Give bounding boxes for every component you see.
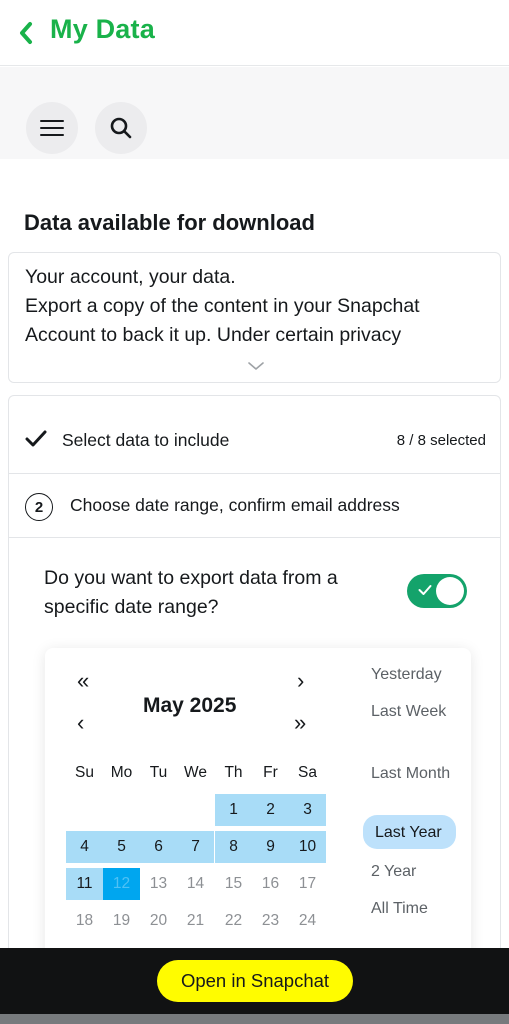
- day-cell[interactable]: 23: [252, 905, 289, 937]
- chevron-left-icon[interactable]: [16, 20, 36, 46]
- page-title[interactable]: My Data: [50, 14, 155, 45]
- preset-all-time[interactable]: All Time: [371, 897, 428, 920]
- date-range-question: Do you want to export data from a specif…: [44, 567, 338, 618]
- preset-yesterday[interactable]: Yesterday: [371, 663, 442, 686]
- weekday-label: Th: [224, 764, 243, 781]
- day-cell[interactable]: 22: [215, 905, 252, 937]
- export-steps-card: Select data to include 8 / 8 selected 2 …: [8, 395, 501, 1015]
- menu-button[interactable]: [26, 102, 78, 154]
- day-cell[interactable]: 15: [215, 868, 252, 900]
- day-cell[interactable]: 4: [66, 831, 103, 863]
- date-range-toggle[interactable]: [407, 574, 467, 608]
- step-label: Select data to include: [62, 430, 230, 450]
- intro-line: Account to back it up. Under certain pri…: [25, 324, 402, 346]
- intro-line: Your account, your data.: [25, 266, 236, 288]
- preset-last-year[interactable]: Last Year: [363, 815, 456, 849]
- day-cell[interactable]: 11: [66, 868, 103, 900]
- weekday-label: Su: [75, 764, 94, 781]
- day-cell[interactable]: 13: [140, 868, 177, 900]
- weekday-label: Sa: [298, 764, 317, 781]
- weekday-label: Fr: [263, 764, 278, 781]
- day-cell[interactable]: 12: [103, 868, 140, 900]
- system-nav-strip: [0, 1014, 509, 1024]
- next-year-button[interactable]: »: [294, 712, 306, 734]
- search-button[interactable]: [95, 102, 147, 154]
- chevron-down-icon[interactable]: [247, 360, 265, 372]
- preset-2-year[interactable]: 2 Year: [371, 860, 416, 883]
- day-cell[interactable]: 6: [140, 831, 177, 863]
- step-label: Choose date range, confirm email address: [70, 495, 400, 515]
- bottom-bar: Open in Snapchat: [0, 948, 509, 1014]
- step-number-badge: 2: [25, 493, 53, 521]
- day-cell[interactable]: 24: [289, 905, 326, 937]
- hamburger-menu-icon: [40, 120, 64, 136]
- day-cell[interactable]: 14: [177, 868, 214, 900]
- day-cell[interactable]: 10: [289, 831, 326, 863]
- intro-line: Export a copy of the content in your Sna…: [25, 295, 420, 317]
- weekday-label: Mo: [110, 764, 133, 781]
- toggle-knob: [436, 577, 464, 605]
- day-cell[interactable]: 17: [289, 868, 326, 900]
- month-label: May 2025: [143, 694, 237, 717]
- day-cell[interactable]: 20: [140, 905, 177, 937]
- checkmark-icon: [25, 430, 47, 447]
- selected-count: 8 / 8 selected: [396, 432, 486, 449]
- prev-year-button[interactable]: «: [77, 670, 89, 692]
- prev-month-button[interactable]: ‹: [77, 712, 84, 734]
- search-icon: [110, 117, 132, 139]
- section-title: Data available for download: [24, 210, 315, 235]
- intro-card[interactable]: Your account, your data. Export a copy o…: [8, 252, 501, 383]
- day-cell[interactable]: 21: [177, 905, 214, 937]
- day-cell[interactable]: 16: [252, 868, 289, 900]
- day-cell[interactable]: 3: [289, 794, 326, 826]
- toggle-check-icon: [418, 585, 432, 595]
- day-cell[interactable]: 5: [103, 831, 140, 863]
- day-cell[interactable]: 9: [252, 831, 289, 863]
- toolbar: [0, 67, 509, 159]
- step-select-data[interactable]: Select data to include 8 / 8 selected: [9, 396, 500, 474]
- preset-last-month[interactable]: Last Month: [371, 762, 451, 785]
- day-cell[interactable]: 8: [215, 831, 252, 863]
- day-cell[interactable]: 19: [103, 905, 140, 937]
- day-cell[interactable]: 1: [215, 794, 252, 826]
- weekday-label: Tu: [149, 764, 168, 781]
- preset-last-week[interactable]: Last Week: [371, 700, 451, 723]
- open-in-snapchat-button[interactable]: Open in Snapchat: [157, 960, 353, 1002]
- top-bar: My Data: [0, 0, 509, 66]
- day-cell[interactable]: 2: [252, 794, 289, 826]
- weekday-label: We: [184, 764, 207, 781]
- day-cell[interactable]: 7: [177, 831, 214, 863]
- step-date-range[interactable]: 2 Choose date range, confirm email addre…: [9, 474, 500, 538]
- next-month-button[interactable]: ›: [297, 670, 304, 692]
- day-cell[interactable]: 18: [66, 905, 103, 937]
